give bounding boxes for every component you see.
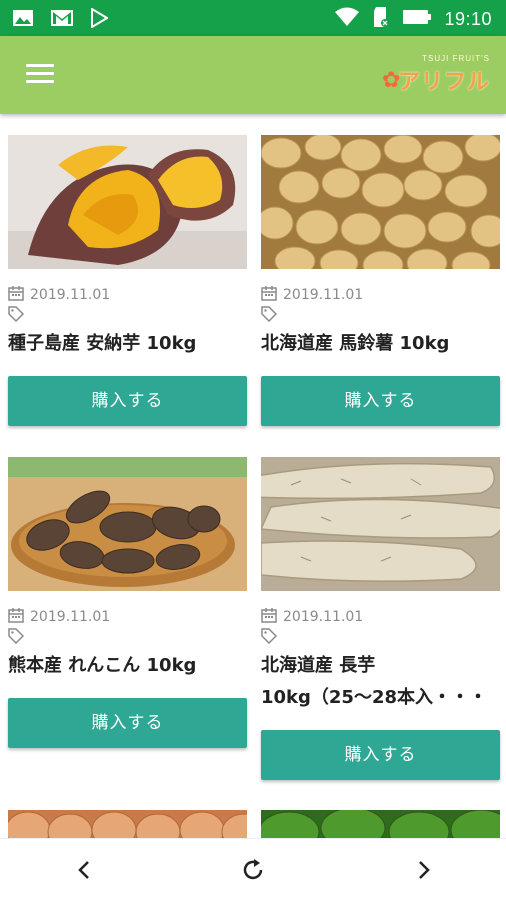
brand-logo: TSUJI FRUIT'S ✿ アリフル — [380, 50, 490, 100]
chevron-right-icon — [419, 861, 430, 879]
calendar-icon — [261, 285, 277, 305]
product-title[interactable]: 北海道産 馬鈴薯 10kg — [261, 328, 500, 360]
buy-button[interactable]: 購入する — [261, 730, 500, 780]
product-image[interactable] — [261, 810, 500, 838]
buy-button[interactable]: 購入する — [8, 698, 247, 748]
battery-icon — [402, 8, 432, 30]
product-card[interactable]: 2019.11.01 北海道産 長芋 10kg（25〜28本入・・・ 購入する — [261, 457, 500, 780]
forward-button[interactable] — [410, 857, 436, 883]
status-bar: 19:10 — [0, 0, 506, 36]
image-icon — [12, 9, 34, 31]
product-image[interactable] — [8, 810, 247, 838]
product-card[interactable]: 2019.11.01 北海道産 馬鈴薯 10kg 購入する — [261, 135, 500, 426]
app-bar: TSUJI FRUIT'S ✿ アリフル — [0, 36, 506, 114]
calendar-icon — [8, 285, 24, 305]
product-image[interactable] — [8, 135, 247, 269]
product-image[interactable] — [261, 457, 500, 591]
product-title-line: 北海道産 長芋 — [261, 655, 376, 676]
back-button[interactable] — [72, 857, 98, 883]
play-store-icon — [90, 7, 109, 32]
product-title[interactable]: 種子島産 安納芋 10kg — [8, 328, 247, 360]
logo-text: アリフル — [397, 69, 490, 94]
product-date: 2019.11.01 — [261, 286, 500, 304]
tag-icon — [8, 306, 247, 323]
product-title[interactable]: 熊本産 れんこん 10kg — [8, 650, 247, 682]
product-card[interactable]: 2019.11.01 種子島産 安納芋 10kg 購入する — [8, 135, 247, 426]
product-card[interactable]: 2019.11.01 熊本産 れんこん 10kg 購入する — [8, 457, 247, 748]
sd-card-icon — [372, 6, 390, 32]
tag-icon — [261, 306, 500, 323]
wifi-icon — [334, 7, 360, 31]
menu-button[interactable] — [26, 64, 54, 86]
product-card[interactable] — [261, 810, 500, 838]
product-date: 2019.11.01 — [8, 286, 247, 304]
calendar-icon — [8, 607, 24, 627]
clock: 19:10 — [444, 8, 492, 29]
product-date: 2019.11.01 — [8, 608, 247, 626]
gmail-icon — [50, 9, 74, 31]
bottom-nav — [0, 838, 506, 900]
product-grid[interactable]: 2019.11.01 種子島産 安納芋 10kg 購入する 2019.11.01… — [0, 114, 506, 838]
chevron-left-icon — [78, 861, 89, 879]
reload-button[interactable] — [240, 857, 266, 883]
product-date: 2019.11.01 — [261, 608, 500, 626]
product-image[interactable] — [8, 457, 247, 591]
product-card[interactable] — [8, 810, 247, 838]
logo-subtitle: TSUJI FRUIT'S — [422, 54, 490, 63]
product-image[interactable] — [261, 135, 500, 269]
product-title[interactable]: 北海道産 長芋 10kg（25〜28本入・・・ — [261, 650, 500, 714]
tag-icon — [261, 628, 500, 645]
buy-button[interactable]: 購入する — [8, 376, 247, 426]
product-title-line: 10kg（25〜28本入・・・ — [261, 687, 488, 708]
calendar-icon — [261, 607, 277, 627]
buy-button[interactable]: 購入する — [261, 376, 500, 426]
hamburger-icon — [26, 64, 54, 67]
tag-icon — [8, 628, 247, 645]
refresh-icon — [243, 859, 263, 880]
